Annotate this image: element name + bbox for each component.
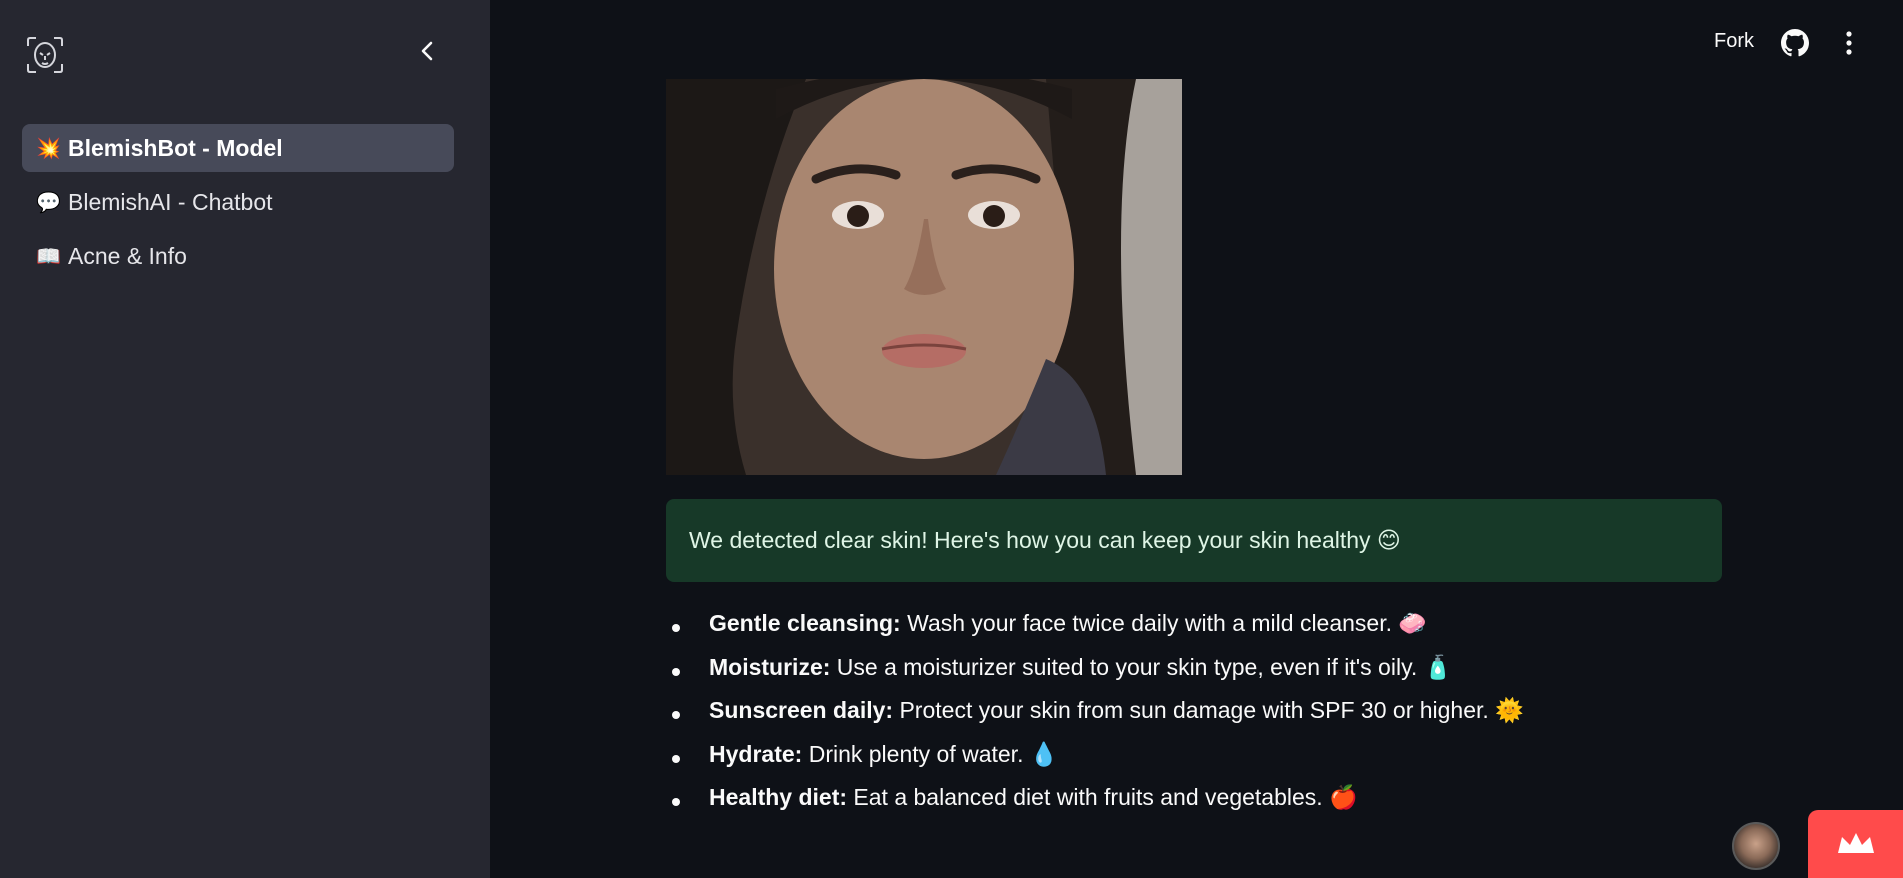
streamlit-crown-icon <box>1837 833 1874 853</box>
speech-bubble-icon: 💬 <box>36 191 61 214</box>
tip-text: Use a moisturizer suited to your skin ty… <box>830 653 1453 680</box>
sidebar-item-label: BlemishBot - Model <box>68 134 283 161</box>
chevron-left-icon <box>421 41 433 61</box>
tip-text: Eat a balanced diet with fruits and vege… <box>847 784 1358 810</box>
collapse-sidebar-button[interactable] <box>410 34 444 68</box>
tip-title: Hydrate: <box>709 740 803 767</box>
sidebar-item-blemishai-chatbot[interactable]: 💬 BlemishAI - Chatbot <box>22 178 454 226</box>
sidebar-nav: 💥 BlemishBot - Model 💬 BlemishAI - Chatb… <box>22 124 454 286</box>
sidebar-item-label: BlemishAI - Chatbot <box>68 188 273 215</box>
list-item: Moisturize: Use a moisturizer suited to … <box>666 654 1524 698</box>
list-item: Sunscreen daily: Protect your skin from … <box>666 697 1524 741</box>
skin-care-tips-list: Gentle cleansing: Wash your face twice d… <box>666 610 1524 828</box>
success-alert: We detected clear skin! Here's how you c… <box>666 499 1722 582</box>
list-item: Hydrate: Drink plenty of water. 💧 <box>666 741 1524 785</box>
tip-title: Moisturize: <box>709 653 831 680</box>
tip-text: Wash your face twice daily with a mild c… <box>900 610 1428 636</box>
sidebar-item-label: Acne & Info <box>68 242 187 269</box>
list-item: Healthy diet: Eat a balanced diet with f… <box>666 784 1524 828</box>
sidebar-item-acne-info[interactable]: 📖 Acne & Info <box>22 232 454 280</box>
tip-text: Drink plenty of water. 💧 <box>802 740 1059 767</box>
kebab-menu-icon[interactable] <box>1838 28 1860 58</box>
tip-title: Healthy diet: <box>709 784 848 810</box>
face-scan-icon <box>26 36 64 74</box>
sidebar: 💥 BlemishBot - Model 💬 BlemishAI - Chatb… <box>0 0 490 878</box>
sidebar-item-blemishbot-model[interactable]: 💥 BlemishBot - Model <box>22 124 454 172</box>
tip-text: Protect your skin from sun damage with S… <box>893 697 1524 723</box>
book-icon: 📖 <box>36 245 61 268</box>
collision-icon: 💥 <box>36 137 61 160</box>
streamlit-badge-button[interactable] <box>1808 810 1903 878</box>
tip-title: Sunscreen daily: <box>709 697 894 723</box>
uploaded-face-photo <box>666 79 1182 475</box>
list-item: Gentle cleansing: Wash your face twice d… <box>666 610 1524 654</box>
github-icon[interactable] <box>1781 29 1809 57</box>
fork-button[interactable]: Fork <box>1714 30 1754 53</box>
user-avatar[interactable] <box>1732 822 1780 870</box>
tip-title: Gentle cleansing: <box>709 610 901 636</box>
